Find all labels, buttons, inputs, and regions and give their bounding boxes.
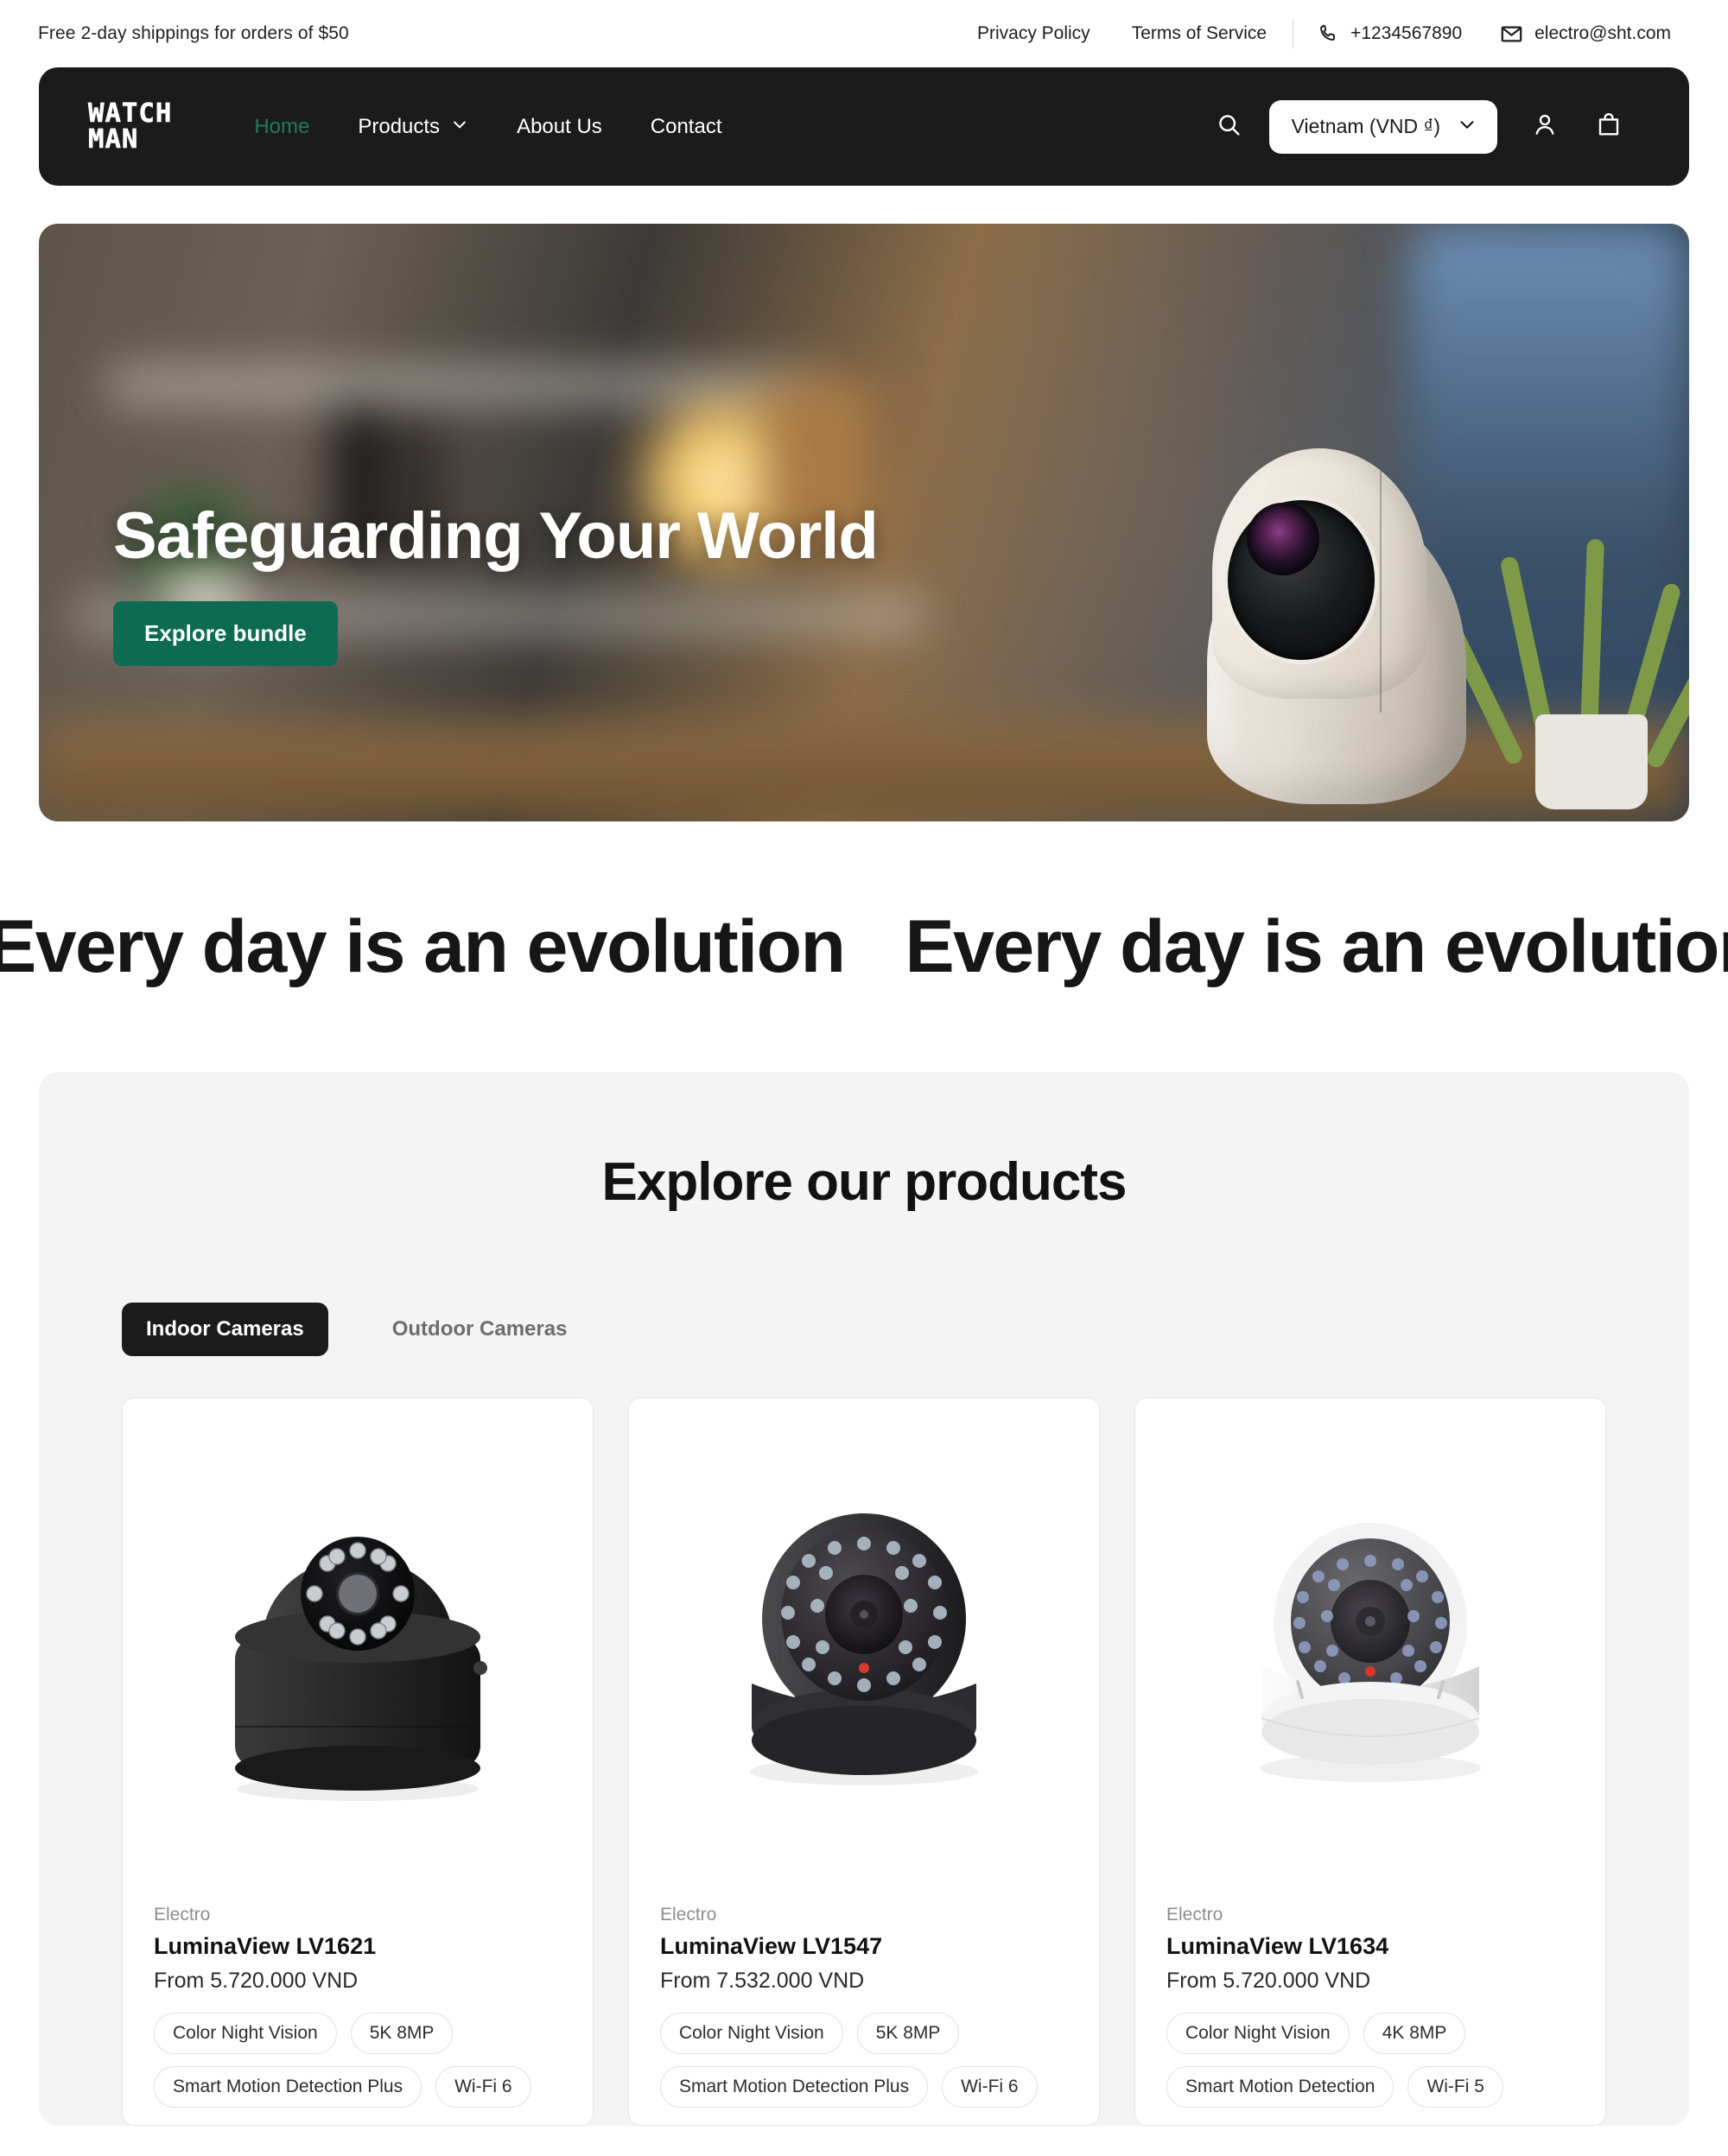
- user-icon: [1532, 111, 1558, 142]
- nav-item-about-us[interactable]: About Us: [492, 115, 626, 139]
- product-vendor: Electro: [1166, 1905, 1223, 1925]
- product-tags: Color Night Vision 5K 8MP Smart Motion D…: [154, 2013, 562, 2108]
- marquee-track: Every day is an evolution Every day is a…: [0, 904, 1728, 990]
- hero-content: Safeguarding Your World Explore bundle: [113, 498, 879, 666]
- hero-camera-image: [1207, 448, 1467, 820]
- product-image: [1135, 1398, 1605, 1882]
- hero-pot-decoration: [1535, 714, 1649, 810]
- dark-turret-camera-illustration: [750, 1513, 978, 1785]
- chevron-down-icon: [451, 115, 468, 139]
- product-vendor: Electro: [154, 1905, 211, 1925]
- page-root: Free 2-day shippings for orders of $50 P…: [0, 0, 1728, 2156]
- account-button[interactable]: [1513, 111, 1577, 142]
- email-address: electro@sht.com: [1534, 23, 1671, 43]
- chevron-down-icon: [1458, 115, 1477, 139]
- tab-indoor-cameras[interactable]: Indoor Cameras: [122, 1303, 328, 1356]
- product-image: [629, 1398, 1099, 1882]
- product-title[interactable]: LuminaView LV1621: [154, 1933, 562, 1960]
- product-info: Electro LuminaView LV1634 From 5.720.000…: [1135, 1882, 1605, 2116]
- header-wrapper: WATCH MAN Home Products About Us Contact…: [0, 67, 1728, 186]
- products-section: Explore our products Indoor Cameras Outd…: [39, 1072, 1689, 2126]
- products-title: Explore our products: [601, 1152, 1128, 1212]
- product-price: From 5.720.000 VND: [154, 1969, 359, 1993]
- marquee-banner: Every day is an evolution Every day is a…: [0, 821, 1728, 1072]
- product-tag: Wi-Fi 5: [1407, 2066, 1503, 2108]
- header-actions: Vietnam (VND ₫): [1198, 99, 1641, 154]
- hero-banner: Safeguarding Your World Explore bundle: [39, 224, 1689, 821]
- logo-line-1: WATCH: [88, 98, 173, 129]
- product-card[interactable]: Electro LuminaView LV1621 From 5.720.000…: [122, 1398, 594, 2126]
- announcement-bar: Free 2-day shippings for orders of $50 P…: [0, 0, 1728, 67]
- product-tags: Color Night Vision 4K 8MP Smart Motion D…: [1166, 2013, 1574, 2108]
- product-tag: Smart Motion Detection Plus: [154, 2066, 422, 2108]
- locale-label: Vietnam (VND ₫): [1291, 115, 1440, 137]
- shopping-bag-icon: [1596, 111, 1622, 142]
- product-title[interactable]: LuminaView LV1634: [1166, 1933, 1574, 1960]
- nav-item-products[interactable]: Products: [334, 115, 492, 139]
- product-card[interactable]: Electro LuminaView LV1547 From 7.532.000…: [628, 1398, 1100, 2126]
- product-price: From 5.720.000 VND: [1166, 1969, 1371, 1993]
- product-vendor: Electro: [660, 1905, 717, 1925]
- product-price: From 7.532.000 VND: [660, 1969, 865, 1993]
- hero-title: Safeguarding Your World: [113, 499, 879, 573]
- promo-text: Free 2-day shippings for orders of $50: [38, 23, 349, 43]
- nav-label-contact: Contact: [650, 114, 722, 138]
- product-info: Electro LuminaView LV1547 From 7.532.000…: [629, 1882, 1099, 2116]
- product-tag: Color Night Vision: [660, 2013, 843, 2054]
- privacy-policy-link[interactable]: Privacy Policy: [956, 23, 1111, 44]
- product-tag: 5K 8MP: [856, 2013, 960, 2054]
- nav-label-products: Products: [358, 114, 441, 138]
- nav-label-about-us: About Us: [517, 114, 602, 138]
- phone-icon: [1318, 23, 1339, 45]
- product-tag: Smart Motion Detection Plus: [660, 2066, 929, 2108]
- phone-contact[interactable]: +1234567890: [1299, 23, 1481, 45]
- product-grid: Electro LuminaView LV1621 From 5.720.000…: [39, 1356, 1689, 2126]
- product-card[interactable]: Electro LuminaView LV1634 From 5.720.000…: [1134, 1398, 1606, 2126]
- product-tag: 4K 8MP: [1363, 2013, 1466, 2054]
- product-tags: Color Night Vision 5K 8MP Smart Motion D…: [660, 2013, 1068, 2108]
- phone-number: +1234567890: [1350, 23, 1463, 43]
- site-logo[interactable]: WATCH MAN: [88, 98, 173, 155]
- product-tag: Wi-Fi 6: [942, 2066, 1038, 2108]
- product-tag: Color Night Vision: [154, 2013, 337, 2054]
- product-tag: Wi-Fi 6: [435, 2066, 531, 2108]
- product-tag: 5K 8MP: [350, 2013, 454, 2054]
- marquee-text: Every day is an evolution: [0, 904, 846, 988]
- product-image: [123, 1398, 593, 1882]
- terms-of-service-link[interactable]: Terms of Service: [1111, 23, 1287, 44]
- explore-bundle-button[interactable]: Explore bundle: [113, 601, 338, 666]
- search-icon: [1217, 112, 1242, 142]
- product-tag: Color Night Vision: [1166, 2013, 1350, 2054]
- tab-outdoor-cameras[interactable]: Outdoor Cameras: [368, 1303, 592, 1356]
- nav-item-contact[interactable]: Contact: [626, 115, 746, 139]
- nav-label-home: Home: [254, 114, 310, 138]
- search-button[interactable]: [1198, 112, 1261, 142]
- marquee-text: Every day is an evolution: [905, 904, 1728, 988]
- announcement-links: Privacy Policy Terms of Service +1234567…: [956, 19, 1690, 48]
- site-header: WATCH MAN Home Products About Us Contact…: [39, 67, 1689, 186]
- logo-line-2: MAN: [88, 124, 139, 155]
- white-dome-camera-illustration: [1260, 1523, 1481, 1782]
- email-contact[interactable]: electro@sht.com: [1481, 22, 1690, 46]
- product-tag: Smart Motion Detection: [1166, 2066, 1394, 2108]
- cart-button[interactable]: [1577, 111, 1641, 142]
- envelope-icon: [1500, 22, 1523, 46]
- locale-selector[interactable]: Vietnam (VND ₫): [1268, 99, 1497, 154]
- main-nav: Home Products About Us Contact: [230, 115, 746, 139]
- product-title[interactable]: LuminaView LV1547: [660, 1933, 1068, 1960]
- product-info: Electro LuminaView LV1621 From 5.720.000…: [123, 1882, 593, 2116]
- nav-item-home[interactable]: Home: [230, 115, 334, 139]
- product-category-tabs: Indoor Cameras Outdoor Cameras: [39, 1213, 1689, 1356]
- black-dome-camera-illustration: [235, 1537, 487, 1801]
